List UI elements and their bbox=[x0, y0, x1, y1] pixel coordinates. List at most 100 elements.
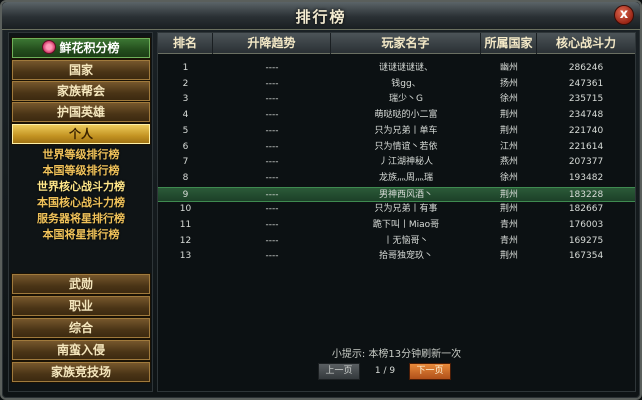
table-row[interactable]: 3 ---- 瑞少丶G 徐州 235715 bbox=[158, 92, 635, 107]
table-row[interactable]: 13 ---- 拾哥独宠玖丶 荆州 167354 bbox=[158, 249, 635, 264]
rank-cell: 3 bbox=[182, 94, 189, 105]
player-name-cell: 萌哒哒的小二富 bbox=[374, 110, 438, 121]
trend-cell: ---- bbox=[265, 251, 279, 262]
trend-cell: ---- bbox=[265, 94, 279, 105]
country-cell: 荆州 bbox=[499, 110, 518, 121]
trend-cell: ---- bbox=[265, 235, 279, 246]
tab-southern-invasion[interactable]: 南蛮入侵 bbox=[11, 339, 151, 361]
tab-family-arena[interactable]: 家族竞技场 bbox=[11, 361, 151, 383]
table-row[interactable]: 12 ---- 丨无恼哥丶 青州 169275 bbox=[158, 234, 635, 249]
tab-national-hero[interactable]: 护国英雄 bbox=[11, 101, 151, 123]
table-row[interactable]: 8 ---- 龙族灬周灬瑞 徐州 193482 bbox=[158, 171, 635, 186]
column-header-trend[interactable]: 升降趋势 bbox=[213, 33, 331, 54]
prev-page-button[interactable]: 上一页 bbox=[318, 363, 360, 380]
tab-family-guild[interactable]: 家族帮会 bbox=[11, 80, 151, 102]
sub-world-level[interactable]: 世界等级排行榜 bbox=[11, 147, 151, 162]
power-cell: 182667 bbox=[568, 204, 604, 215]
table-row[interactable]: 5 ---- 只为兄弟丨单车 荆州 221740 bbox=[158, 124, 635, 139]
trend-cell: ---- bbox=[265, 78, 279, 89]
category-sidebar: 鲜花积分榜国家 家族帮会 护国英雄 个人世界等级排行榜 本国等级排行榜 世界核心战斗力榜本… bbox=[8, 32, 153, 392]
rank-cell: 4 bbox=[182, 110, 189, 121]
rank-cell: 2 bbox=[182, 78, 189, 89]
player-name-cell: 只为情谊丶若依 bbox=[374, 141, 438, 152]
tab-country[interactable]: 国家 bbox=[11, 59, 151, 81]
player-name-cell: 丨无恼哥丶 bbox=[383, 235, 429, 246]
sub-country-power[interactable]: 本国核心战斗力榜 bbox=[11, 195, 151, 210]
power-cell: 183228 bbox=[568, 189, 604, 200]
table-row[interactable]: 4 ---- 萌哒哒的小二富 荆州 234748 bbox=[158, 108, 635, 123]
rank-cell: 12 bbox=[179, 235, 192, 246]
rank-cell: 8 bbox=[182, 172, 189, 183]
page-indicator: 1 / 9 bbox=[374, 366, 396, 376]
flower-icon bbox=[42, 40, 57, 54]
power-cell: 235715 bbox=[568, 94, 604, 105]
tab-profession[interactable]: 职业 bbox=[11, 295, 151, 317]
table-row[interactable]: 6 ---- 只为情谊丶若依 江州 221614 bbox=[158, 140, 635, 155]
power-cell: 207377 bbox=[568, 157, 604, 168]
window-title: 排行榜 bbox=[295, 8, 347, 26]
table-row[interactable]: 2 ---- 钱gg、 扬州 247361 bbox=[158, 77, 635, 92]
table-row[interactable]: 9 ---- 男神西风酒丶 荆州 183228 bbox=[158, 186, 635, 202]
rank-cell: 6 bbox=[182, 141, 189, 152]
table-row[interactable]: 10 ---- 只为兄弟丨有事 荆州 182667 bbox=[158, 202, 635, 217]
rank-cell: 11 bbox=[179, 220, 192, 230]
player-name-cell: 钱gg、 bbox=[391, 78, 421, 89]
country-cell: 荆州 bbox=[499, 204, 518, 215]
player-name-cell: 跪下叫丨Miao哥 bbox=[372, 220, 440, 230]
player-name-cell: 瑞少丶G bbox=[389, 94, 423, 105]
tab-personal[interactable]: 个人 bbox=[11, 123, 151, 145]
trend-cell: ---- bbox=[265, 220, 279, 230]
power-cell: 221740 bbox=[568, 125, 604, 136]
country-cell: 燕州 bbox=[499, 157, 518, 168]
column-header-country[interactable]: 所属国家 bbox=[481, 33, 537, 54]
power-cell: 286246 bbox=[568, 63, 604, 73]
power-cell: 221614 bbox=[568, 141, 604, 152]
rank-cell: 9 bbox=[182, 189, 189, 200]
power-cell: 176003 bbox=[568, 220, 604, 230]
power-cell: 167354 bbox=[568, 251, 604, 262]
tab-overall[interactable]: 综合 bbox=[11, 317, 151, 339]
player-name-cell: 谜谜谜谜谜、 bbox=[378, 63, 433, 73]
player-name-cell: 龙族灬周灬瑞 bbox=[378, 172, 433, 183]
trend-cell: ---- bbox=[265, 204, 279, 215]
player-name-cell: 丿江湖神秘人 bbox=[378, 157, 433, 168]
player-name-cell: 只为兄弟丨有事 bbox=[374, 204, 438, 215]
rank-cell: 1 bbox=[182, 63, 189, 73]
player-name-cell: 拾哥独宠玖丶 bbox=[378, 251, 433, 262]
rank-cell: 10 bbox=[179, 204, 192, 215]
trend-cell: ---- bbox=[265, 63, 279, 73]
country-cell: 荆州 bbox=[499, 125, 518, 136]
player-name-cell: 只为兄弟丨单车 bbox=[374, 125, 438, 136]
country-cell: 青州 bbox=[499, 220, 518, 230]
power-cell: 247361 bbox=[568, 78, 604, 89]
power-cell: 234748 bbox=[568, 110, 604, 121]
tab-military-merit[interactable]: 武勋 bbox=[11, 273, 151, 295]
tab-label: 鲜花积分榜 bbox=[59, 41, 120, 55]
rank-cell: 13 bbox=[179, 251, 192, 262]
ranking-table: 排名 升降趋势 玩家名字 所属国家 核心战斗力 1 ---- 谜谜谜谜谜、 幽州 286… bbox=[157, 32, 636, 392]
power-cell: 193482 bbox=[568, 172, 604, 183]
sub-country-general[interactable]: 本国将星排行榜 bbox=[11, 227, 151, 242]
trend-cell: ---- bbox=[265, 141, 279, 152]
tab-flower-score[interactable]: 鲜花积分榜 bbox=[11, 37, 151, 59]
trend-cell: ---- bbox=[265, 110, 279, 121]
power-cell: 169275 bbox=[568, 235, 604, 246]
column-header-power[interactable]: 核心战斗力 bbox=[537, 33, 635, 54]
country-cell: 荆州 bbox=[499, 251, 518, 262]
sub-world-power[interactable]: 世界核心战斗力榜 bbox=[11, 179, 151, 194]
sub-server-general[interactable]: 服务器将星排行榜 bbox=[11, 211, 151, 226]
table-row[interactable]: 7 ---- 丿江湖神秘人 燕州 207377 bbox=[158, 155, 635, 170]
refresh-tip: 小提示: 本榜13分钟刷新一次 bbox=[331, 349, 462, 360]
trend-cell: ---- bbox=[265, 172, 279, 183]
close-button[interactable]: x bbox=[614, 5, 634, 25]
next-page-button[interactable]: 下一页 bbox=[409, 363, 451, 380]
trend-cell: ---- bbox=[265, 157, 279, 168]
column-header-rank[interactable]: 排名 bbox=[158, 33, 213, 54]
country-cell: 幽州 bbox=[499, 63, 518, 73]
table-row[interactable]: 1 ---- 谜谜谜谜谜、 幽州 286246 bbox=[158, 61, 635, 76]
rank-cell: 7 bbox=[182, 157, 189, 168]
title-bar: 排行榜 x bbox=[2, 2, 640, 30]
column-header-player[interactable]: 玩家名字 bbox=[331, 33, 481, 54]
table-row[interactable]: 11 ---- 跪下叫丨Miao哥 青州 176003 bbox=[158, 218, 635, 233]
sub-country-level[interactable]: 本国等级排行榜 bbox=[11, 163, 151, 178]
